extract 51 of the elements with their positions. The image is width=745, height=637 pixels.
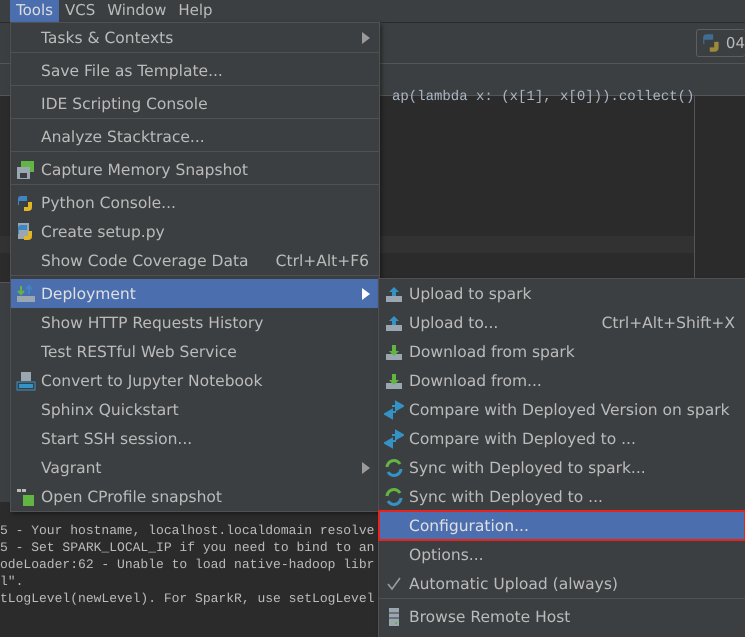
compare-arrows-icon [384,428,404,448]
menu-item[interactable]: Open CProfile snapshot [11,482,379,511]
menu-item[interactable]: IDE Scripting Console [11,89,379,119]
menu-item[interactable]: Upload to... Ctrl+Alt+Shift+X [379,308,745,337]
compare-arrows-icon [384,400,404,420]
menu-item[interactable]: Show HTTP Requests History [11,308,379,337]
console-line: odeLoader:62 - Unable to load native-hadoop libr [0,556,375,573]
menu-item[interactable]: Download from... [379,366,745,395]
menu-item[interactable]: Upload to spark [379,279,745,308]
menu-item[interactable]: Compare with Deployed to ... [379,424,745,453]
upload-download-icon [16,284,36,304]
menu-item[interactable]: Save File as Template... [11,56,379,86]
menu-item[interactable]: Convert to Jupyter Notebook [11,366,379,395]
menu-item[interactable]: Create setup.py [11,217,379,246]
floppy-disk-icon [16,160,36,180]
menu-item[interactable]: Test RESTful Web Service [11,337,379,366]
menu-item[interactable]: Vagrant [11,453,379,482]
menu-item[interactable]: Python Console... [11,188,379,217]
notebook-icon [16,370,36,390]
console-line: l". [0,573,24,590]
menu-item[interactable]: Tasks & Contexts [11,23,379,53]
menu-item[interactable]: Browse Remote Host [379,602,745,631]
code-line: ap(lambda x: (x[1], x[0])).collect() [392,89,694,105]
menu-bar-item[interactable]: Tools [10,0,59,22]
menu-item[interactable]: Download from spark [379,337,745,366]
menu-item[interactable]: Sync with Deployed to ... [379,482,745,511]
menu-item[interactable]: Capture Memory Snapshot [11,155,379,185]
console-line: 5 - Set SPARK_LOCAL_IP if you need to bind to an [0,539,375,556]
sync-icon [384,458,404,478]
menu-item[interactable]: Start SSH session... [11,424,379,453]
menu-bar-item[interactable]: Window [101,0,172,22]
profiler-chip-icon [16,486,36,506]
menu-item[interactable]: Configuration... [379,511,745,540]
menu-item[interactable]: Sync with Deployed to spark... [379,453,745,482]
check-icon [386,576,402,592]
submenu-arrow-icon [362,462,370,474]
menu-bar-item[interactable]: VCS [58,0,102,22]
interpreter-selector[interactable]: 04 [696,29,745,57]
menu-item[interactable]: Deployment [11,279,379,308]
console-line: tLogLevel(newLevel). For SparkR, use setLogLevel [0,590,375,607]
menu-item[interactable]: Show Code Coverage Data Ctrl+Alt+F6 [11,246,379,276]
menu-bar-item[interactable]: Help [172,0,219,22]
sync-icon [384,486,404,506]
menu-item[interactable]: Options... [379,540,745,569]
submenu-arrow-icon [362,32,370,44]
menu-item[interactable]: Compare with Deployed Version on spark [379,395,745,424]
submenu-arrow-icon [362,288,370,300]
menu-item[interactable]: Automatic Upload (always) [379,569,745,599]
menu-item[interactable]: Sphinx Quickstart [11,395,379,424]
console-line: 5 - Your hostname, localhost.localdomain resolve [0,522,375,539]
menu-item[interactable]: Analyze Stacktrace... [11,122,379,152]
